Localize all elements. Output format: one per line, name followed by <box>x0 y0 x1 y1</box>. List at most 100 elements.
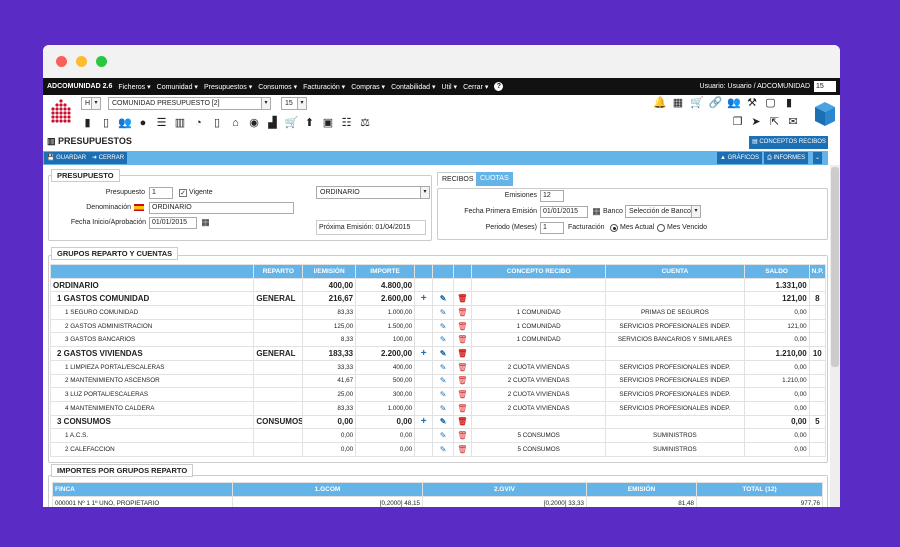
add-icon[interactable]: + <box>421 348 427 359</box>
menu-contabilidad[interactable]: Contabilidad <box>391 83 435 91</box>
money-icon[interactable]: ▣ <box>322 117 335 129</box>
trash-icon[interactable]: 🗑 <box>457 308 467 317</box>
add-icon[interactable]: + <box>421 293 427 304</box>
mes-vencido-radio[interactable] <box>657 224 665 232</box>
table-row[interactable]: 2 CALEFACCION 0,00 0,00 ✎ 🗑 5 CONSUMOS SUMINIS… <box>49 441 827 457</box>
factory-icon[interactable]: ▟ <box>266 117 279 129</box>
menu-ficheros[interactable]: Ficheros <box>118 83 150 91</box>
target-icon[interactable]: ◉ <box>248 117 261 129</box>
edit-icon[interactable]: ✎ <box>440 390 447 399</box>
calendar-icon[interactable]: ▦ <box>590 205 603 217</box>
emisiones-input[interactable]: 12 <box>540 190 564 202</box>
cart-icon[interactable]: 🛒 <box>690 97 704 109</box>
arrow-up-icon[interactable]: ⬆ <box>303 117 316 129</box>
table-row[interactable]: 3 CONSUMOS CONSUMOS 0,00 0,00 + ✎ 🗑 0,00 5 <box>49 414 827 430</box>
trash-icon[interactable]: 🗑 <box>457 322 467 331</box>
type-select[interactable]: H ▾ <box>81 97 101 110</box>
book-icon[interactable]: ▮ <box>81 117 94 129</box>
gavel-icon[interactable]: ⚒ <box>746 97 759 109</box>
cart-icon[interactable]: 🛒 <box>285 117 299 129</box>
user-select[interactable]: 15 <box>814 81 836 92</box>
close-window-button[interactable] <box>56 56 67 67</box>
trash-icon[interactable]: 🗑 <box>457 445 467 454</box>
periodo-input[interactable]: 1 <box>540 222 564 234</box>
table-row[interactable]: 1 A.C.S. 0,00 0,00 ✎ 🗑 5 CONSUMOS SUMINISTROS 0… <box>49 428 827 443</box>
tab-cuotas[interactable]: CUOTAS <box>476 172 513 186</box>
close-button[interactable]: ➜ CERRAR <box>89 152 128 164</box>
barchart-icon[interactable]: ▥ <box>174 117 187 129</box>
trash-icon[interactable]: 🗑 <box>457 349 467 358</box>
informes-button[interactable]: ⎙ INFORMES <box>764 152 809 164</box>
edit-icon[interactable]: ✎ <box>440 308 447 317</box>
menu-facturacion[interactable]: Facturación <box>303 83 345 91</box>
list-icon[interactable]: ☰ <box>155 117 168 129</box>
calendar-icon[interactable]: ▦ <box>672 97 685 109</box>
table-row[interactable]: 4 MANTENIMIENTO CALDERA 83,33 1.000,00 ✎ 🗑 2 … <box>49 400 827 416</box>
scale-icon[interactable]: ⚖ <box>359 117 372 129</box>
edit-icon[interactable]: ✎ <box>440 445 447 454</box>
add-icon[interactable]: + <box>421 416 427 427</box>
trash-icon[interactable]: 🗑 <box>457 363 467 372</box>
number-select[interactable]: 15 ▾ <box>281 97 307 110</box>
denominacion-input[interactable]: ORDINARIO <box>149 202 294 214</box>
scrollbar-thumb[interactable] <box>831 167 839 367</box>
table-row[interactable]: 1 GASTOS COMUNIDAD GENERAL 216,67 2.600,00 +… <box>49 291 827 307</box>
save-button[interactable]: 💾 GUARDAR <box>44 152 90 164</box>
edit-icon[interactable]: ✎ <box>440 417 447 426</box>
edit-icon[interactable]: ✎ <box>440 322 447 331</box>
tab-recibos[interactable]: RECIBOS <box>437 172 479 186</box>
table-row[interactable]: 3 GASTOS BANCARIOS 8,33 100,00 ✎ 🗑 1 COMUNIDA… <box>49 332 827 348</box>
trash-icon[interactable]: 🗑 <box>457 390 467 399</box>
mes-actual-radio[interactable] <box>610 224 618 232</box>
presupuesto-input[interactable]: 1 <box>149 187 173 199</box>
vigente-checkbox[interactable]: ✓ <box>179 189 187 197</box>
scroll-icon[interactable]: ▯ <box>211 117 224 129</box>
edit-icon[interactable]: ✎ <box>440 294 447 303</box>
edit-icon[interactable]: ✎ <box>440 431 447 440</box>
conceptos-recibos-button[interactable]: ▤ CONCEPTOS RECIBOS <box>749 136 828 149</box>
maximize-window-button[interactable] <box>96 56 107 67</box>
external-icon[interactable]: ⇱ <box>768 116 781 128</box>
table-row[interactable]: 2 MANTENIMIENTO ASCENSOR 41,67 500,00 ✎ 🗑 2 C… <box>49 373 827 389</box>
listnum-icon[interactable]: ☷ <box>340 117 353 129</box>
minimize-window-button[interactable] <box>76 56 87 67</box>
edit-icon[interactable]: ✎ <box>440 349 447 358</box>
trash-icon[interactable]: 🗑 <box>457 294 467 303</box>
edit-icon[interactable]: ✎ <box>440 376 447 385</box>
send-icon[interactable]: ➤ <box>750 116 763 128</box>
expand-button[interactable]: ⌄ <box>813 152 823 164</box>
help-icon[interactable]: ? <box>494 82 504 91</box>
edit-icon[interactable]: ✎ <box>440 404 447 413</box>
file-icon[interactable]: ▮ <box>783 97 796 109</box>
table-row[interactable]: 1 LIMPIEZA PORTAL/ESCALERAS 33,33 400,00 ✎ 🗑… <box>49 359 827 375</box>
users-icon[interactable]: 👥 <box>118 117 132 129</box>
bank-icon[interactable]: ⌂ <box>229 117 242 129</box>
copy-icon[interactable]: ❐ <box>731 116 744 128</box>
trash-icon[interactable]: 🗑 <box>457 376 467 385</box>
menu-cerrar[interactable]: Cerrar <box>463 83 488 91</box>
graficos-button[interactable]: ▲ GRÁFICOS <box>717 152 762 164</box>
table-row[interactable]: 2 GASTOS VIVIENDAS GENERAL 183,33 2.200,00 +… <box>49 346 827 361</box>
user-icon[interactable]: ● <box>137 117 150 129</box>
community-select[interactable]: COMUNIDAD PRESUPUESTO [2] ▾ <box>108 97 271 110</box>
link-icon[interactable]: 🔗 <box>709 97 723 109</box>
bell-icon[interactable]: 🔔 <box>653 97 667 109</box>
fecha-primera-input[interactable]: 01/01/2015 <box>540 206 588 218</box>
tipo-presupuesto-select[interactable]: ORDINARIO ▾ <box>316 186 430 199</box>
gauge-icon[interactable]: ◔ <box>192 117 205 129</box>
edit-icon[interactable]: ✎ <box>440 335 447 344</box>
page-icon[interactable]: ▢ <box>764 97 777 109</box>
notebook-icon[interactable]: ▯ <box>100 117 113 129</box>
users-icon[interactable]: 👥 <box>727 97 741 109</box>
trash-icon[interactable]: 🗑 <box>457 404 467 413</box>
menu-util[interactable]: Util <box>441 83 457 91</box>
edit-icon[interactable]: ✎ <box>440 363 447 372</box>
table-row[interactable]: 3 LUZ PORTAL/ESCALERAS 25,00 300,00 ✎ 🗑 2 CUO… <box>49 387 827 402</box>
menu-presupuestos[interactable]: Presupuestos <box>204 83 252 91</box>
menu-compras[interactable]: Compras <box>351 83 385 91</box>
trash-icon[interactable]: 🗑 <box>457 431 467 440</box>
trash-icon[interactable]: 🗑 <box>457 417 467 426</box>
fecha-inicio-input[interactable]: 01/01/2015 <box>149 217 197 229</box>
calendar-icon[interactable]: ▦ <box>199 216 212 228</box>
menu-comunidad[interactable]: Comunidad <box>157 83 198 91</box>
